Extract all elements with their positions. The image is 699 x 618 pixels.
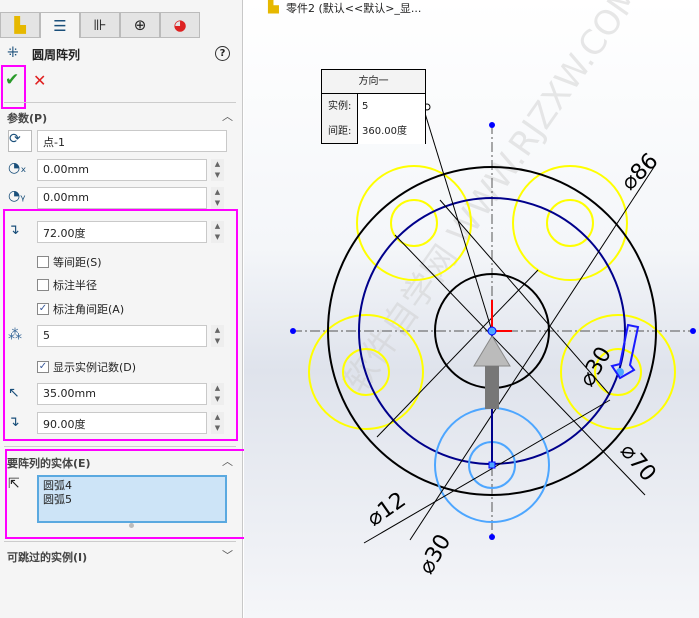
checkbox-label: 标注角间距(A): [53, 303, 125, 316]
center-point-field[interactable]: 点-1: [37, 130, 227, 152]
entities-list[interactable]: 圆弧4 圆弧5: [37, 475, 227, 523]
center-y-icon: ◔ᵧ: [8, 188, 26, 204]
radius-spinner[interactable]: ▲ ▼: [211, 383, 224, 405]
angle2-icon: ↴: [8, 414, 20, 430]
dimension-12: ⌀12: [363, 488, 411, 532]
rotate-direction-icon[interactable]: ⟳: [8, 130, 32, 152]
center-x-icon: ◔ₓ: [8, 160, 27, 176]
center-x-spinner[interactable]: ▲ ▼: [211, 159, 224, 181]
direction-arrow-shaft: [485, 366, 499, 409]
instance-count-spinner[interactable]: ▲ ▼: [211, 325, 224, 347]
dimension-86: ⌀86: [617, 149, 664, 196]
checkbox-box: [37, 256, 49, 268]
tab-dimxpert[interactable]: ⊕: [120, 12, 160, 38]
sketch-drawing[interactable]: 软件自学网 WWW.RJZXW.COM ⌀86 ⌀70 ⌀30 ⌀12 ⌀30: [244, 0, 699, 618]
direction-arrow-icon[interactable]: [473, 335, 511, 367]
params-header[interactable]: 参数(P): [7, 110, 47, 126]
skip-instances-header[interactable]: 可跳过的实例(I): [7, 549, 87, 565]
center-x-input[interactable]: 0.00mm: [37, 159, 207, 181]
divider: [4, 446, 236, 447]
radius-icon: ↖: [8, 385, 20, 401]
radius-input[interactable]: 35.00mm: [37, 383, 207, 405]
help-icon[interactable]: ?: [215, 46, 230, 61]
circular-pattern-icon: ⁜: [7, 45, 19, 61]
checkbox-box: ✓: [37, 303, 49, 315]
angle-input[interactable]: 72.00度: [37, 221, 207, 243]
tab-property-manager[interactable]: ☰: [40, 12, 80, 38]
instance-count-input[interactable]: 5: [37, 325, 207, 347]
spacing-label: 间距:: [328, 126, 352, 137]
show-count-checkbox[interactable]: ✓ 显示实例记数(D): [37, 359, 136, 375]
angle-icon: ↴: [8, 222, 20, 238]
instances-label: 实例:: [328, 101, 352, 112]
tab-configuration-manager[interactable]: ⊪: [80, 12, 120, 38]
dimension-70: ⌀70: [615, 439, 661, 487]
resize-handle[interactable]: [129, 523, 134, 528]
display-manager-icon: ◕: [173, 16, 187, 34]
dimension-30: ⌀30: [414, 530, 456, 578]
configuration-manager-icon: ⊪: [93, 16, 107, 34]
tab-display-manager[interactable]: ◕: [160, 12, 200, 38]
chevron-down-icon[interactable]: ﹀: [222, 547, 233, 563]
seed-point[interactable]: [488, 461, 496, 469]
dim-angle-checkbox[interactable]: ✓ 标注角间距(A): [37, 301, 124, 317]
ok-button[interactable]: ✔: [5, 70, 19, 90]
angle2-input[interactable]: 90.00度: [37, 412, 207, 434]
divider: [4, 541, 236, 542]
dim-radius-checkbox[interactable]: 标注半径: [37, 277, 97, 293]
instance-count-icon: ⁂: [8, 327, 22, 343]
spacing-value[interactable]: 360.00度: [362, 119, 425, 144]
instances-value[interactable]: 5: [362, 94, 425, 119]
divider: [4, 102, 236, 103]
list-item[interactable]: 圆弧5: [43, 493, 221, 507]
checkbox-label: 标注半径: [53, 279, 97, 292]
tab-feature-manager[interactable]: ▙: [0, 12, 40, 38]
cancel-button[interactable]: ✕: [33, 71, 46, 90]
chevron-up-icon[interactable]: ︿: [222, 108, 233, 124]
angle2-spinner[interactable]: ▲ ▼: [211, 412, 224, 434]
angle-spinner[interactable]: ▲ ▼: [211, 221, 224, 243]
center-y-input[interactable]: 0.00mm: [37, 187, 207, 209]
checkbox-label: 显示实例记数(D): [53, 361, 137, 374]
list-item[interactable]: 圆弧4: [43, 479, 221, 493]
manager-tabs: ▙ ☰ ⊪ ⊕ ◕: [0, 12, 200, 38]
equal-spacing-checkbox[interactable]: 等间距(S): [37, 254, 102, 270]
center-point[interactable]: [487, 326, 497, 336]
feature-manager-icon: ▙: [14, 16, 26, 34]
entities-header[interactable]: 要阵列的实体(E): [7, 455, 91, 471]
checkbox-box: [37, 279, 49, 291]
panel-title: 圆周阵列: [32, 48, 81, 62]
entities-icon: ⇱: [8, 476, 20, 492]
pattern-callout[interactable]: 方向一 实例: 间距: 5 360.00度: [321, 69, 426, 144]
property-manager-panel: ▙ ☰ ⊪ ⊕ ◕ ⁜ 圆周阵列 ? ✔ ✕ 参数(P) ︿ ⟳ 点-1 ◔ₓ …: [0, 0, 248, 618]
dimxpert-icon: ⊕: [133, 16, 147, 34]
property-manager-icon: ☰: [53, 16, 67, 35]
center-y-spinner[interactable]: ▲ ▼: [211, 187, 224, 209]
checkbox-label: 等间距(S): [53, 256, 102, 269]
checkbox-box: ✓: [37, 361, 49, 373]
callout-title: 方向一: [322, 70, 425, 94]
chevron-up-icon[interactable]: ︿: [222, 453, 233, 469]
